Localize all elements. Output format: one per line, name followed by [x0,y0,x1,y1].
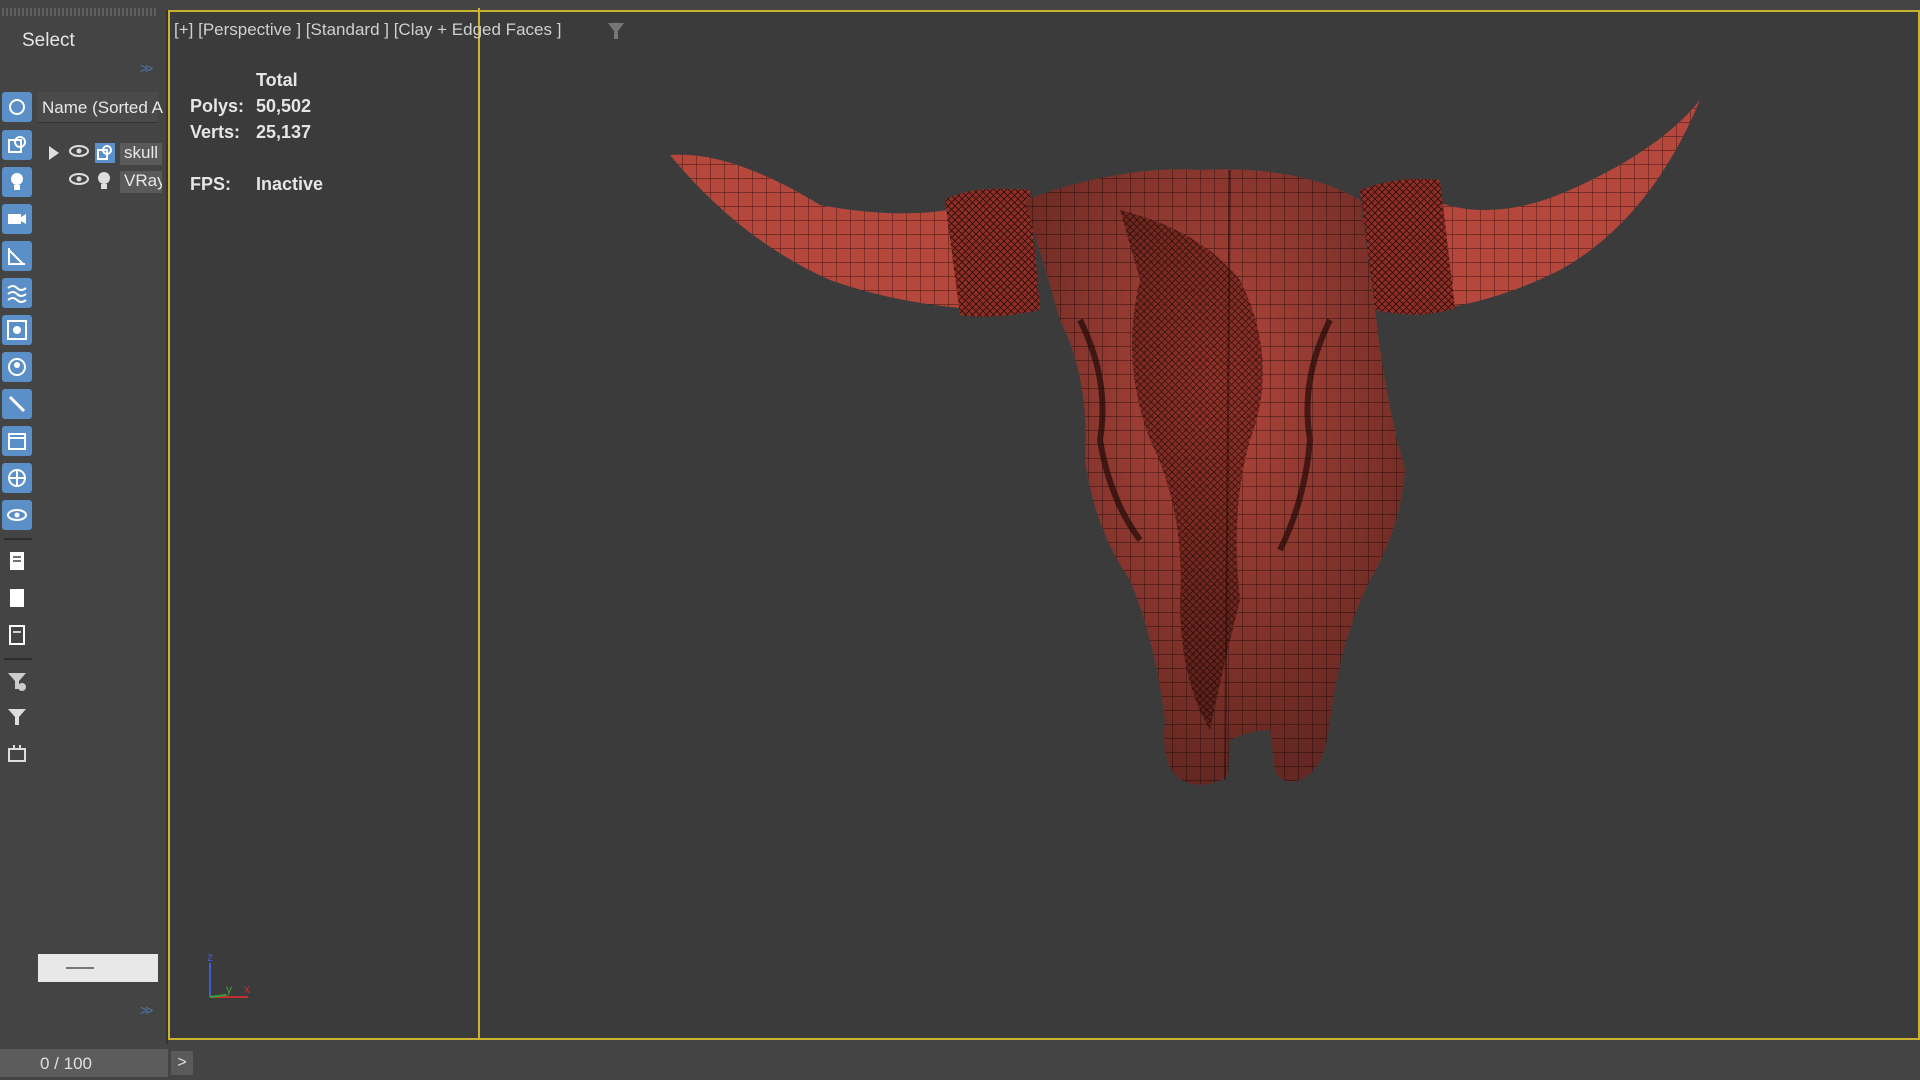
filter-funnel-icon [8,709,26,725]
tree-item-label: VRay [120,171,162,193]
bull-skull-model[interactable] [640,80,1720,870]
helper-ruler-icon [8,248,25,265]
expand-bottom-icon[interactable]: >> [140,1002,153,1018]
time-slider[interactable]: 0 / 100 [0,1049,168,1077]
tree-item-vray-light[interactable]: VRay [38,168,162,194]
bone-icon [8,395,26,413]
fps-label: FPS: [190,174,232,194]
eye-icon [7,509,27,521]
display-invert-button[interactable] [2,620,32,650]
display-xrefs-button[interactable] [2,352,32,382]
fps-value: Inactive [256,174,324,194]
frame-counter: 0 / 100 [40,1054,92,1073]
explorer-toolbar [0,92,36,792]
dependents-icon [8,745,26,762]
right-horn [1410,100,1700,310]
verts-label: Verts: [190,122,241,142]
skull-shading [1025,169,1405,785]
viewport-safe-frame-line [478,8,480,1040]
display-all-button[interactable] [2,546,32,576]
tree-item-label: skull [120,143,162,165]
display-geometry-button[interactable] [2,130,32,160]
container-box-icon [8,433,26,450]
display-cameras-button[interactable] [2,204,32,234]
group-icon [7,320,27,340]
timeline-bar [0,1048,1920,1080]
light-object-icon [98,172,110,189]
filter-button[interactable] [2,702,32,732]
stats-header: Total [256,70,298,90]
display-none-list-button[interactable] [2,583,32,613]
snowflake-icon [8,469,26,487]
filter-toggle-button[interactable] [2,666,32,696]
select-dependents-button[interactable] [2,738,32,768]
axis-tripod-icon: z y x [207,950,250,998]
display-spacewarps-button[interactable] [2,278,32,308]
toolbar-separator [4,538,32,540]
circle-icon [9,99,25,115]
list-invert-icon [9,625,25,645]
viewport-label-menu[interactable]: [+] [Perspective ] [Standard ] [Clay + E… [174,20,561,40]
display-groups-button[interactable] [2,315,32,345]
geometry-object-icon [95,143,115,163]
geometry-icon [8,136,26,153]
expand-toolbar-icon[interactable]: >> [140,60,153,76]
spacewarp-wave-icon [7,285,27,303]
panel-drag-handle[interactable] [2,8,156,16]
display-helpers-button[interactable] [2,241,32,271]
filter-settings-icon [8,673,26,691]
expand-arrow-icon[interactable] [48,146,60,160]
visibility-eye-icon[interactable] [68,172,90,186]
camera-icon [8,214,26,224]
tree-item-skull[interactable]: skull [38,140,162,166]
axis-x-label: x [244,982,250,996]
list-none-icon [10,589,24,607]
left-horn-wrap [945,188,1040,317]
display-frozen-button[interactable] [2,463,32,493]
xref-globe-icon [8,358,26,376]
polys-value: 50,502 [256,96,312,116]
next-frame-button[interactable]: > [171,1051,193,1075]
right-horn-wrap [1360,178,1455,315]
name-column-header[interactable]: Name (Sorted A [38,92,163,123]
explorer-scrollbar[interactable] [38,954,158,982]
verts-value: 25,137 [256,122,312,142]
left-horn [670,154,985,310]
light-bulb-icon [11,173,23,190]
toolbar-separator [4,658,32,660]
axis-z-label: z [207,950,213,964]
display-containers-button[interactable] [2,426,32,456]
display-hidden-button[interactable] [2,500,32,530]
display-none-button[interactable] [2,92,32,122]
list-all-icon [10,552,24,570]
display-lights-button[interactable] [2,167,32,197]
polys-label: Polys: [190,96,245,116]
display-bones-button[interactable] [2,389,32,419]
viewport-filter-icon[interactable] [607,22,625,40]
visibility-eye-icon[interactable] [68,144,90,158]
select-mode-label: Select [22,30,75,51]
axis-y-label: y [226,982,232,996]
